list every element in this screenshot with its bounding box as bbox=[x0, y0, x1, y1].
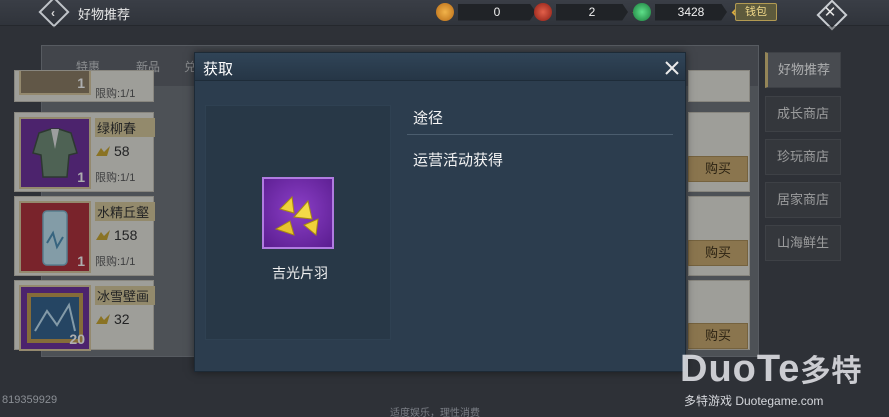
feather-item-icon bbox=[262, 177, 334, 249]
chevron-left-icon: ‹ bbox=[51, 6, 55, 20]
watermark-subtitle: 多特游戏 Duotegame.com bbox=[684, 394, 824, 408]
bell-coin-icon bbox=[436, 3, 454, 21]
top-bar: ‹ 好物推荐 0 2 3428 钱包 ✕ bbox=[0, 0, 889, 26]
close-icon[interactable] bbox=[661, 56, 683, 78]
item-name-label: 吉光片羽 bbox=[272, 265, 328, 281]
back-button[interactable]: ‹ bbox=[38, 0, 68, 24]
watermark-logo: DuoTe多特 bbox=[680, 346, 862, 391]
source-item[interactable]: 运营活动获得 bbox=[413, 149, 503, 170]
dialog-title: 获取 bbox=[203, 61, 234, 78]
currency-green-value: 3428 bbox=[655, 3, 727, 21]
user-id: 819359929 bbox=[2, 394, 58, 406]
page-title: 好物推荐 bbox=[78, 7, 131, 22]
watermark: DuoTe多特 多特游戏 Duotegame.com bbox=[680, 346, 885, 416]
currency-green: 3428 bbox=[633, 3, 742, 21]
currency-bell: 0 bbox=[436, 3, 536, 21]
red-token-icon bbox=[534, 3, 552, 21]
obtain-dialog: 获取 吉光片羽 途径 运营活动获得 bbox=[194, 52, 686, 372]
currency-red: 2 bbox=[534, 3, 643, 21]
close-icon: ✕ bbox=[823, 4, 837, 21]
health-notice: 适度娱乐，理性消费 bbox=[390, 408, 480, 417]
green-jade-icon bbox=[633, 3, 651, 21]
close-page-button[interactable]: ✕ bbox=[815, 0, 845, 26]
dialog-header: 获取 bbox=[195, 53, 685, 81]
watermark-logo-cn: 多特 bbox=[800, 355, 863, 388]
divider bbox=[407, 134, 673, 135]
currency-red-value: 2 bbox=[556, 3, 628, 21]
source-header: 途径 bbox=[413, 110, 444, 127]
watermark-logo-text: DuoTe bbox=[680, 348, 801, 390]
wallet-button[interactable]: 钱包 bbox=[735, 3, 777, 21]
currency-bell-value: 0 bbox=[458, 3, 536, 21]
